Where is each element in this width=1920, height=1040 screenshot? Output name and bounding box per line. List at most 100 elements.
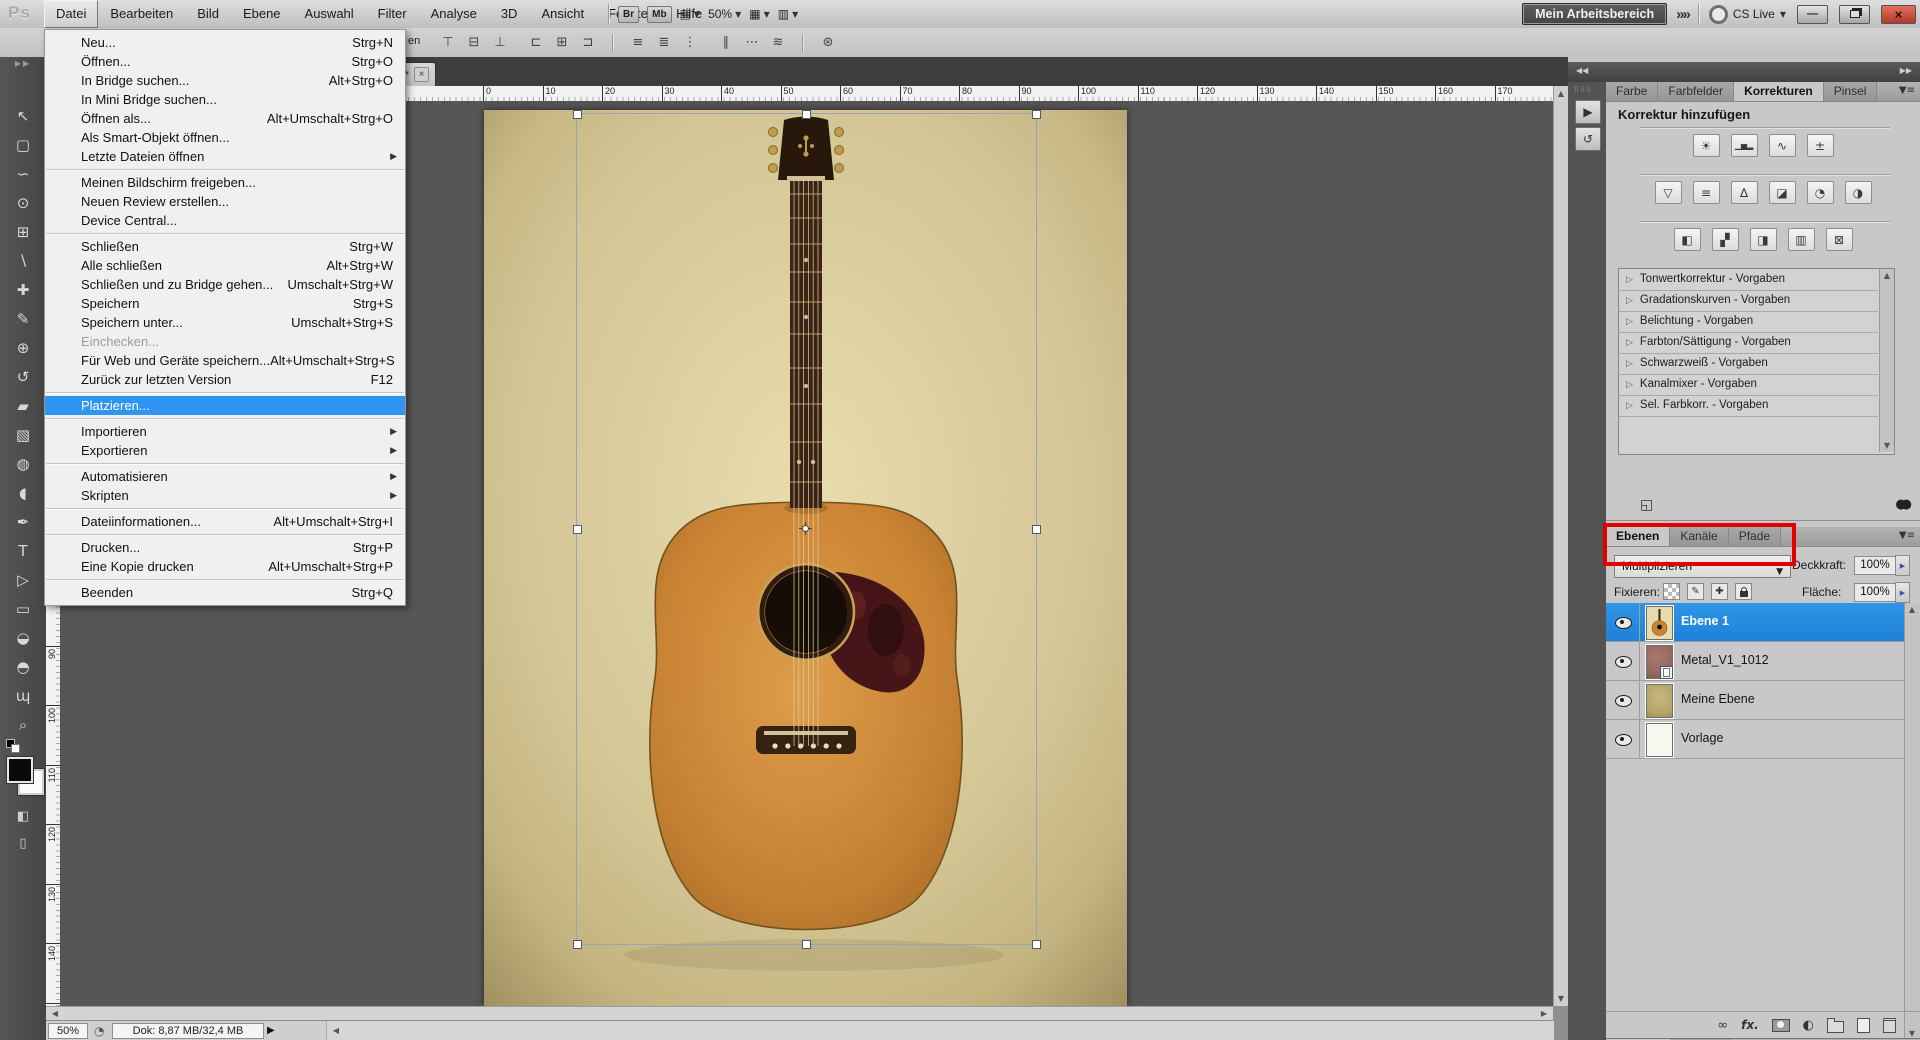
fill-value-field[interactable]: 100% <box>1854 583 1896 602</box>
horizontal-scrollbar[interactable]: ◀ ▶ <box>46 1006 1553 1021</box>
blur-tool[interactable]: ◍ <box>9 451 37 477</box>
menubar-item-ansicht[interactable]: Ansicht <box>529 0 596 28</box>
file-menu-item-inbridgesuchen[interactable]: In Bridge suchen...Alt+Strg+O <box>45 71 405 90</box>
file-menu-item-fürwebundgerätespeichern[interactable]: Für Web und Geräte speichern...Alt+Umsch… <box>45 351 405 370</box>
quick-mask-button[interactable]: ◧ <box>9 805 37 827</box>
black-white-icon[interactable]: ◪ <box>1769 181 1796 204</box>
workspace-button[interactable]: Mein Arbeitsbereich <box>1522 3 1667 25</box>
marquee-tool[interactable]: ▢ <box>9 132 37 158</box>
posterize-icon[interactable]: ▞ <box>1712 228 1739 251</box>
file-menu-item-speichernunter[interactable]: Speichern unter...Umschalt+Strg+S <box>45 313 405 332</box>
file-menu-item-neuenreviewerstellen[interactable]: Neuen Review erstellen... <box>45 192 405 211</box>
file-menu-item-einekopiedrucken[interactable]: Eine Kopie druckenAlt+Umschalt+Strg+P <box>45 557 405 576</box>
actions-panel-icon[interactable]: ▶ <box>1575 100 1601 124</box>
eyedropper-tool[interactable]: ∖ <box>9 248 37 274</box>
workspace-more-chevrons[interactable]: »» <box>1676 6 1689 23</box>
file-menu-item-letztedateienöffnen[interactable]: Letzte Dateien öffnen▶ <box>45 147 405 166</box>
transform-center-marker[interactable] <box>799 522 812 535</box>
scroll-up-icon[interactable]: ▲ <box>1880 269 1894 282</box>
layer-row-ebene1[interactable]: Ebene 1 <box>1606 603 1904 642</box>
scroll-right-icon[interactable]: ▶ <box>1537 1007 1551 1020</box>
gradient-tool[interactable]: ▧ <box>9 422 37 448</box>
distribute-vertical-centers-icon[interactable]: ≣ <box>652 32 676 53</box>
file-menu-item-exportieren[interactable]: Exportieren▶ <box>45 441 405 460</box>
visibility-cell[interactable] <box>1606 603 1640 641</box>
status-scroll-track[interactable]: ◀ <box>326 1021 1554 1040</box>
file-menu-item-alssmartobjektöffnen[interactable]: Als Smart-Objekt öffnen... <box>45 128 405 147</box>
preset-list-item[interactable]: ▷Tonwertkorrektur - Vorgaben <box>1619 269 1878 291</box>
preset-list-item[interactable]: ▷Sel. Farbkorr. - Vorgaben <box>1619 395 1878 417</box>
expand-panels-icon[interactable]: ▶▶ <box>1900 66 1912 75</box>
menubar-item-datei[interactable]: Datei <box>44 0 98 28</box>
file-menu-item-automatisieren[interactable]: Automatisieren▶ <box>45 467 405 486</box>
scroll-up-icon[interactable]: ▲ <box>1905 603 1919 616</box>
distribute-right-edges-icon[interactable]: ≋ <box>766 32 790 53</box>
scroll-left-icon[interactable]: ◀ <box>329 1024 343 1037</box>
transform-handle[interactable] <box>802 940 811 949</box>
window-restore-button[interactable] <box>1839 5 1870 24</box>
visibility-cell[interactable] <box>1606 642 1640 680</box>
window-close-button[interactable]: × <box>1881 5 1916 24</box>
preset-list-item[interactable]: ▷Gradationskurven - Vorgaben <box>1619 290 1878 312</box>
align-horizontal-centers-icon[interactable]: ⊞ <box>550 32 574 53</box>
zoom-percent-field[interactable]: 50% <box>48 1023 88 1039</box>
expand-triangle-icon[interactable]: ▷ <box>1626 270 1633 291</box>
mini-bridge-button[interactable]: Mb <box>647 6 671 23</box>
file-menu-item-alleschließen[interactable]: Alle schließenAlt+Strg+W <box>45 256 405 275</box>
distribute-top-edges-icon[interactable]: ≡ <box>626 32 650 53</box>
eye-icon[interactable] <box>1615 617 1632 629</box>
expand-triangle-icon[interactable]: ▷ <box>1626 312 1633 333</box>
transform-handle[interactable] <box>1032 940 1041 949</box>
eye-icon[interactable] <box>1615 695 1632 707</box>
return-to-adjustment-list-icon[interactable]: ◱ <box>1640 497 1653 513</box>
move-tool[interactable]: ↖ <box>9 103 37 129</box>
file-menu-item-inminibridgesuchen[interactable]: In Mini Bridge suchen... <box>45 90 405 109</box>
screen-mode-dropdown[interactable]: ▥▼ <box>778 7 799 21</box>
scroll-left-icon[interactable]: ◀ <box>48 1007 62 1020</box>
align-bottom-edges-icon[interactable]: ⊥ <box>488 32 512 53</box>
opacity-value-field[interactable]: 100% <box>1854 556 1896 575</box>
eye-icon[interactable] <box>1615 734 1632 746</box>
expand-triangle-icon[interactable]: ▷ <box>1626 354 1633 375</box>
pen-tool[interactable]: ✒ <box>9 509 37 535</box>
file-menu-item-skripten[interactable]: Skripten▶ <box>45 486 405 505</box>
foreground-color-swatch[interactable] <box>7 757 33 783</box>
file-menu-item-platzieren[interactable]: Platzieren... <box>45 396 405 415</box>
healing-brush-tool[interactable]: ✚ <box>9 277 37 303</box>
levels-icon[interactable]: ▁▅▂ <box>1731 134 1758 157</box>
tab-ebenen[interactable]: Ebenen <box>1606 527 1670 546</box>
channel-mixer-icon[interactable]: ◑ <box>1845 181 1872 204</box>
distribute-horizontal-centers-icon[interactable]: ⋯ <box>740 32 764 53</box>
tools-panel-grip[interactable]: ▶▶ <box>0 59 46 73</box>
shape-tool[interactable]: ▭ <box>9 596 37 622</box>
preset-list-item[interactable]: ▷Farbton/Sättigung - Vorgaben <box>1619 332 1878 354</box>
layer-row-vorlage[interactable]: Vorlage <box>1606 720 1904 759</box>
hue-saturation-icon[interactable]: ≡ <box>1693 181 1720 204</box>
zoom-tool[interactable]: ⌕ <box>9 712 37 738</box>
brightness-contrast-icon[interactable]: ☀ <box>1693 134 1720 157</box>
scroll-down-icon[interactable]: ▼ <box>1880 439 1894 452</box>
adjustment-layer-icon[interactable]: ◐ <box>1803 1018 1814 1033</box>
expand-triangle-icon[interactable]: ▷ <box>1626 396 1633 417</box>
blend-mode-dropdown[interactable]: Multiplizieren ▼ <box>1614 555 1791 578</box>
delete-layer-icon[interactable] <box>1883 1018 1896 1033</box>
history-brush-tool[interactable]: ↺ <box>9 364 37 390</box>
presets-scrollbar[interactable]: ▲ ▼ <box>1879 269 1894 452</box>
lock-transparency-icon[interactable] <box>1663 583 1680 600</box>
file-menu-item-zurückzurletztenversion[interactable]: Zurück zur letzten VersionF12 <box>45 370 405 389</box>
layer-row-meineebene[interactable]: Meine Ebene <box>1606 681 1904 720</box>
file-menu-item-devicecentral[interactable]: Device Central... <box>45 211 405 230</box>
tab-farbe[interactable]: Farbe <box>1606 82 1658 101</box>
collapse-panels-icon[interactable]: ◀◀ <box>1576 66 1588 75</box>
file-menu-item-dateiinformationen[interactable]: Dateiinformationen...Alt+Umschalt+Strg+I <box>45 512 405 531</box>
vibrance-icon[interactable]: ▽ <box>1655 181 1682 204</box>
preset-list-item[interactable]: ▷Schwarzweiß - Vorgaben <box>1619 353 1878 375</box>
align-vertical-centers-icon[interactable]: ⊟ <box>462 32 486 53</box>
status-options-arrow-icon[interactable]: ▶ <box>267 1025 275 1036</box>
layer-mask-icon[interactable] <box>1772 1019 1790 1032</box>
arrange-documents-dropdown[interactable]: ▦▼ <box>749 7 770 21</box>
cs-live-menu[interactable]: CS Live ▼ <box>1709 5 1786 24</box>
eye-icon[interactable] <box>1615 656 1632 668</box>
menubar-item-3d[interactable]: 3D <box>489 0 530 28</box>
selective-color-icon[interactable]: ⊠ <box>1826 228 1853 251</box>
